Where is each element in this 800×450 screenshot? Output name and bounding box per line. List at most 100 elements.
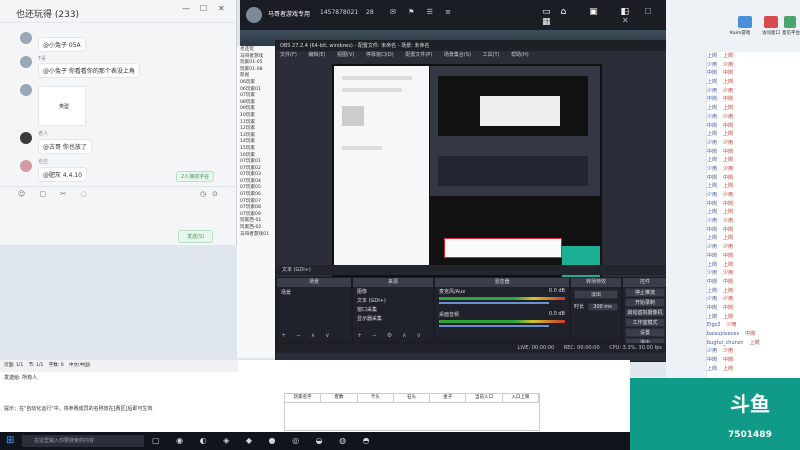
app-icon[interactable] [738,16,752,28]
volume-slider[interactable] [439,302,549,304]
image-message[interactable]: 类型 [38,86,86,126]
list-item[interactable]: 少用 少用 [707,113,800,122]
list-item[interactable]: 上岗 上岗 [707,78,800,87]
studio-mode-button[interactable]: 工作室模式 [625,318,665,327]
tree-item[interactable]: 玩家西-02 [237,224,275,231]
obs-preview[interactable] [332,64,602,299]
tree-item[interactable]: 09玩家 [237,105,275,112]
avatar[interactable] [20,84,32,96]
list-item[interactable]: 中岗 中岗 [707,148,800,157]
menu-item[interactable]: 视图(V) [337,52,354,58]
tree-item[interactable]: 14玩家 [237,138,275,145]
tree-item[interactable]: 16玩家 [237,152,275,159]
list-item[interactable]: 少用 少用 [707,243,800,252]
tree-item[interactable]: 玩家01-08 [237,66,275,73]
source-item[interactable]: 图像 [353,287,433,296]
window-controls[interactable]: — ☐ ✕ [622,7,666,25]
taskbar-app-icons[interactable]: ▢ ◉ ◐ ◈ ◆ ● ◎ ◒ ◍ ◓ [152,436,377,445]
tree-item[interactable]: 10玩家 [237,112,275,119]
avatar[interactable] [20,160,32,172]
source-item[interactable]: 显示器采集 [353,314,433,323]
tree-item[interactable]: 07玩家07 [237,198,275,205]
list-item[interactable]: 中岗 中岗 [707,304,800,313]
transition-select[interactable]: 淡出 [574,290,618,299]
list-item[interactable]: 上岗 上岗 [707,130,800,139]
title-tool-icons[interactable]: ✉ ⚑ ☰ ≡ [390,8,456,16]
list-item[interactable]: 上岗 上岗 [707,208,800,217]
source-item[interactable]: 文本 (GDI+) [353,296,433,305]
list-item[interactable]: 少用 少用 [707,87,800,96]
tree-item[interactable]: 马哥者游戏 [237,53,275,60]
list-item[interactable]: 中岗 中岗 [707,122,800,131]
send-button[interactable]: 发送(S) [178,230,214,243]
menu-item[interactable]: 编辑(E) [308,52,325,58]
list-item[interactable]: 中岗 中岗 [707,226,800,235]
menu-item[interactable]: 帮助(H) [511,52,529,58]
avatar[interactable] [20,56,32,68]
list-item[interactable]: 少用 少用 [707,217,800,226]
minimize-icon[interactable]: — [182,4,190,13]
selected-source-box[interactable] [444,238,562,258]
list-item[interactable]: 上岗 上岗 [707,104,800,113]
tree-item[interactable]: 也还玩 [237,46,275,53]
menu-item[interactable]: 工具(T) [483,52,500,58]
list-item[interactable]: 少用 少用 [707,61,800,70]
taskbar-search[interactable]: 在这里输入你要搜索的内容 [22,435,144,447]
list-item[interactable]: 少用 少用 [707,191,800,200]
tree-item[interactable]: 07玩家 [237,92,275,99]
tree-item[interactable]: 12玩家 [237,125,275,132]
settings-button[interactable]: 设置 [625,328,665,337]
menu-item[interactable]: 场景集合(S) [444,52,471,58]
tree-item[interactable]: 07玩家09 [237,211,275,218]
list-item[interactable]: 上岗 上岗 [707,261,800,270]
menu-item[interactable]: 停靠窗口(D) [366,52,394,58]
list-item[interactable]: 中岗 中岗 [707,69,800,78]
list-item[interactable]: 中岗 中岗 [707,95,800,104]
menu-item[interactable]: 文件(F) [280,52,297,58]
scene-controls[interactable]: + − ∧ ∨ [281,332,334,339]
tree-item[interactable]: 07玩家03 [237,171,275,178]
list-item[interactable]: 中岗 中岗 [707,356,800,365]
start-recording-button[interactable]: 开始录制 [625,298,665,307]
toolbar-icons[interactable]: ☺ ▢ ✂ ◌ [18,190,93,198]
avatar[interactable] [20,32,32,44]
tree-item[interactable]: 玩家西-01 [237,217,275,224]
list-item[interactable]: 上岗 上岗 [707,156,800,165]
tree-item[interactable]: 13玩家 [237,132,275,139]
tree-item[interactable]: 11玩家 [237,119,275,126]
avatar[interactable] [246,7,262,23]
list-item[interactable]: 上岗 上岗 [707,52,800,61]
tree-item[interactable]: 07玩家08 [237,204,275,211]
list-item[interactable]: 上岗 上岗 [707,365,800,374]
close-icon[interactable]: ✕ [218,4,225,13]
tree-item[interactable]: 马哥者游戏01 [237,231,275,238]
volume-slider[interactable] [439,325,549,327]
list-item[interactable]: 上岗 上岗 [707,182,800,191]
list-item[interactable]: 少用 少用 [707,295,800,304]
tree-item[interactable]: 07玩家04 [237,178,275,185]
list-item[interactable]: 中岗 中岗 [707,174,800,183]
app-icon[interactable] [784,16,796,28]
tree-item[interactable]: 06玩家 [237,79,275,86]
tree-item[interactable]: 玩家01-05 [237,59,275,66]
tree-item[interactable]: 07玩家02 [237,165,275,172]
invite-button[interactable]: 2人接收字谷 [176,171,215,182]
list-item[interactable]: 上岗 上岗 [707,234,800,243]
duration-field[interactable]: 300 ms [587,303,618,311]
more-icon[interactable]: ⊙ [212,190,218,198]
maximize-icon[interactable]: ☐ [200,4,207,13]
menu-item[interactable]: 配置文件(P) [405,52,432,58]
list-item[interactable]: 上岗 上岗 [707,287,800,296]
list-item[interactable]: 上岗 上岗 [707,313,800,322]
app-icon[interactable] [764,16,778,28]
list-item[interactable]: 中岗 中岗 [707,252,800,261]
source-controls[interactable]: + − ⚙ ∧ ∨ [357,332,425,339]
list-item[interactable]: 中岗 中岗 [707,278,800,287]
source-item[interactable]: 窗口采集 [353,305,433,314]
history-icon[interactable]: ◷ [200,190,206,198]
list-item[interactable]: baisupiseces 中岗 [707,330,800,339]
tree-item[interactable]: 08玩家 [237,99,275,106]
windows-start-icon[interactable]: ⊞ [6,436,16,446]
list-item[interactable]: bugtui_chunzn 上岗 [707,339,800,348]
tree-item[interactable]: 07玩家05 [237,184,275,191]
